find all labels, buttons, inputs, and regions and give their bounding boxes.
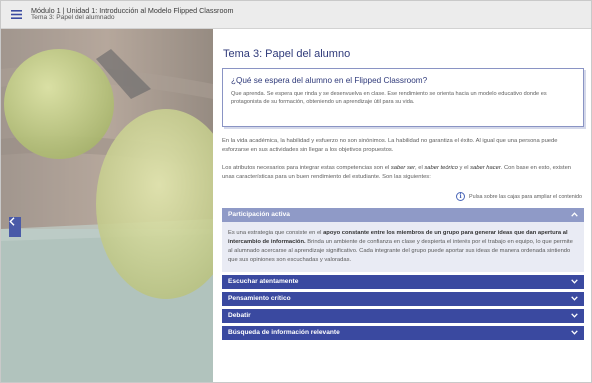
page: Módulo 1 | Unidad 1: Introducción al Mod… xyxy=(0,0,592,383)
emphasis-saber-teorico: saber teórico xyxy=(424,165,458,172)
callout-text: Que aprenda. Se espera que rinda y se de… xyxy=(231,91,547,106)
breadcrumb-topic: Tema 3: Papel del alumnado xyxy=(31,13,115,21)
accordion-label: Escuchar atentamente xyxy=(228,278,299,286)
menu-button[interactable] xyxy=(1,1,31,29)
paragraph-text: Los atributos necesarios para integrar e… xyxy=(222,165,391,172)
accordion-label: Participación activa xyxy=(228,211,290,219)
chevron-down-icon xyxy=(570,278,578,286)
previous-page-button[interactable] xyxy=(9,217,21,237)
breadcrumb: Módulo 1 | Unidad 1: Introducción al Mod… xyxy=(31,7,233,21)
pears-illustration xyxy=(1,29,213,382)
accordion: Participación activa Es una estrategia q… xyxy=(222,207,584,340)
expand-hint: i Pulsa sobre las cajas para ampliar el … xyxy=(222,191,584,203)
callout-box: ¿Qué se espera del alumno en el Flipped … xyxy=(222,68,584,127)
hint-text: Pulsa sobre las cajas para ampliar el co… xyxy=(469,193,582,200)
paragraph-attributes: Los atributos necesarios para integrar e… xyxy=(222,164,584,181)
accordion-body-participacion-activa: Es una estrategia que consiste en el apo… xyxy=(222,221,584,272)
info-icon: i xyxy=(456,192,466,202)
paragraph-text: , el xyxy=(415,165,425,172)
accordion-label: Debatir xyxy=(228,312,251,320)
accordion-header-busqueda-informacion[interactable]: Búsqueda de información relevante xyxy=(222,325,584,340)
top-bar: Módulo 1 | Unidad 1: Introducción al Mod… xyxy=(1,1,591,29)
emphasis-saber-ser: saber ser xyxy=(390,165,416,172)
accordion-label: Pensamiento crítico xyxy=(228,295,291,303)
callout-title: ¿Qué se espera del alumno en el Flipped … xyxy=(231,76,428,85)
hamburger-icon[interactable] xyxy=(10,10,22,19)
main-content: Tema 3: Papel del alumno ¿Qué se espera … xyxy=(213,29,591,382)
chevron-down-icon xyxy=(570,312,578,320)
accordion-header-pensamiento-critico[interactable]: Pensamiento crítico xyxy=(222,291,584,306)
accordion-header-escuchar-atentamente[interactable]: Escuchar atentamente xyxy=(222,274,584,289)
emphasis-saber-hacer: saber hacer xyxy=(470,165,501,172)
hero-image xyxy=(1,29,213,382)
chevron-down-icon xyxy=(570,295,578,303)
accordion-label: Búsqueda de información relevante xyxy=(228,329,340,337)
chevron-left-icon[interactable] xyxy=(9,217,15,226)
accordion-header-participacion-activa[interactable]: Participación activa xyxy=(222,207,584,222)
accordion-header-debatir[interactable]: Debatir xyxy=(222,308,584,323)
chevron-up-icon xyxy=(570,211,578,219)
accordion-body-text: Es una estrategia que consiste en el xyxy=(228,229,324,236)
paragraph-skill-effort: En la vida académica, la habilidad y esf… xyxy=(222,138,558,153)
paragraph-text: y el xyxy=(457,165,471,172)
chevron-down-icon xyxy=(570,329,578,337)
page-title: Tema 3: Papel del alumno xyxy=(223,48,351,60)
